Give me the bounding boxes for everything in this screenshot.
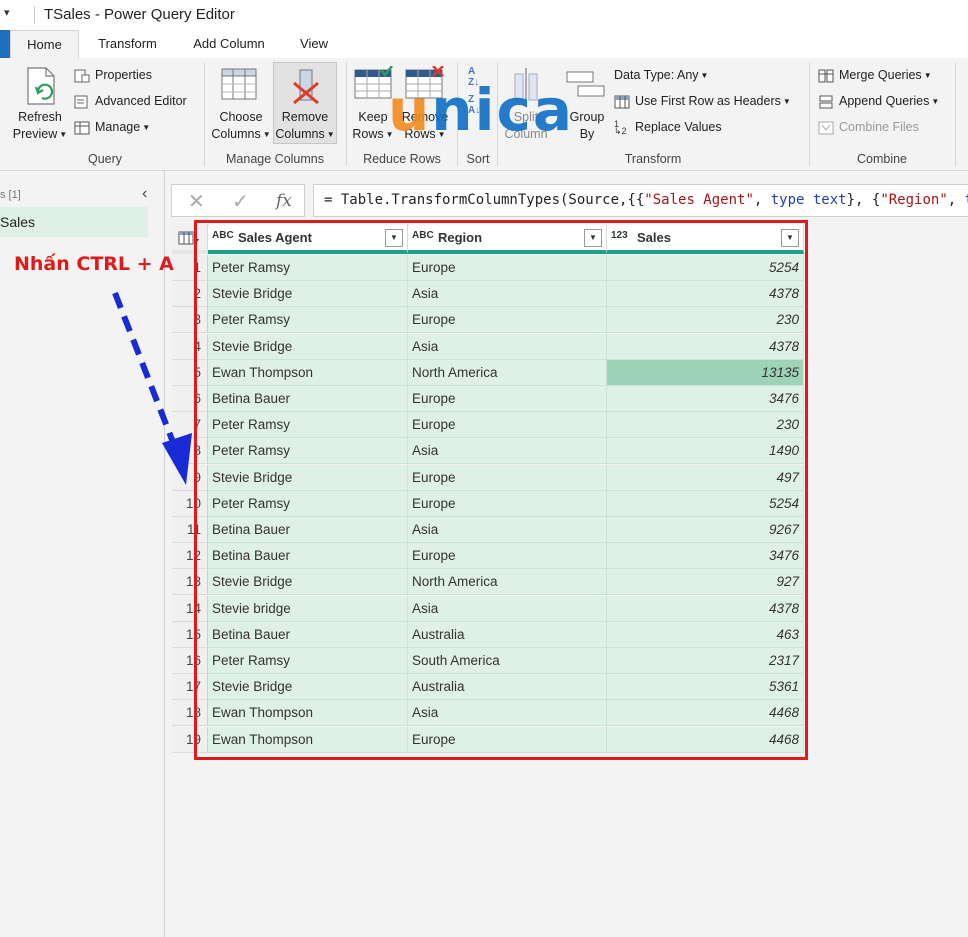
query-item-sales[interactable]: Sales	[0, 207, 148, 237]
tab-transform[interactable]: Transform	[85, 30, 170, 58]
combine-group-label: Combine	[856, 152, 908, 166]
title-bar: ▾ TSales - Power Query Editor	[0, 0, 968, 30]
table-header-icon	[614, 95, 630, 109]
remove-columns-button[interactable]: Remove Columns ▼	[273, 62, 337, 144]
quick-access-dropdown[interactable]: ▾	[4, 6, 10, 19]
group-separator	[809, 62, 810, 166]
advanced-editor-icon	[74, 95, 88, 109]
transform-group-label: Transform	[624, 152, 682, 166]
function-icon[interactable]: fx	[276, 191, 292, 211]
choose-columns-button[interactable]: Choose Columns ▼	[208, 109, 274, 143]
replace-values-button[interactable]: 1 ↳2 Replace Values	[614, 117, 722, 137]
query-group-label: Query	[87, 152, 123, 166]
advanced-editor-button[interactable]: Advanced Editor	[74, 91, 187, 111]
combine-files-button[interactable]: Combine Files	[818, 117, 919, 137]
group-separator	[346, 62, 347, 166]
collapse-pane-icon[interactable]: ‹	[142, 185, 147, 203]
manage-dropdown[interactable]: Manage ▼	[74, 117, 150, 137]
window-title: TSales - Power Query Editor	[44, 6, 235, 23]
tab-home[interactable]: Home	[10, 30, 79, 58]
tab-view[interactable]: View	[288, 30, 340, 58]
group-separator	[204, 62, 205, 166]
sort-group-label: Sort	[466, 152, 490, 166]
append-queries-dropdown[interactable]: Append Queries ▼	[818, 91, 939, 111]
choose-columns-icon	[221, 68, 259, 105]
formula-bar-controls: ✕ ✓ fx	[171, 184, 305, 217]
reduce-rows-group-label: Reduce Rows	[363, 152, 441, 166]
queries-pane-header: s [1]	[0, 189, 21, 201]
refresh-preview-button[interactable]: Refresh Preview ▼	[10, 109, 70, 143]
remove-columns-label: Remove Columns	[275, 110, 329, 141]
annotation-callout: Nhấn CTRL + A	[14, 253, 174, 275]
append-queries-icon	[819, 95, 833, 109]
confirm-icon[interactable]: ✓	[232, 189, 249, 214]
manage-columns-group-label: Manage Columns	[226, 152, 324, 166]
replace-values-icon: 1 ↳2	[614, 118, 627, 136]
unica-logo: unica	[388, 76, 574, 144]
tab-add-column[interactable]: Add Column	[183, 30, 275, 58]
merge-queries-dropdown[interactable]: Merge Queries ▼	[818, 65, 932, 85]
manage-icon	[74, 121, 90, 135]
properties-icon	[74, 69, 90, 83]
cancel-icon[interactable]: ✕	[188, 189, 205, 214]
annotation-arrow-icon	[112, 291, 192, 485]
group-separator	[955, 62, 956, 166]
file-tab[interactable]	[0, 30, 10, 58]
combine-files-icon	[818, 121, 834, 135]
remove-columns-icon	[293, 69, 319, 105]
use-first-row-as-headers-button[interactable]: Use First Row as Headers ▼	[614, 91, 791, 111]
formula-bar[interactable]: = Table.TransformColumnTypes(Source,{{"S…	[313, 184, 968, 217]
selection-highlight-box	[194, 220, 808, 760]
data-type-dropdown[interactable]: Data Type: Any ▼	[614, 65, 708, 85]
title-separator	[34, 6, 35, 24]
merge-queries-icon	[818, 69, 834, 83]
ribbon-tabs: Home Transform Add Column View	[0, 30, 968, 58]
properties-button[interactable]: Properties	[74, 65, 152, 85]
refresh-preview-icon	[24, 66, 64, 113]
